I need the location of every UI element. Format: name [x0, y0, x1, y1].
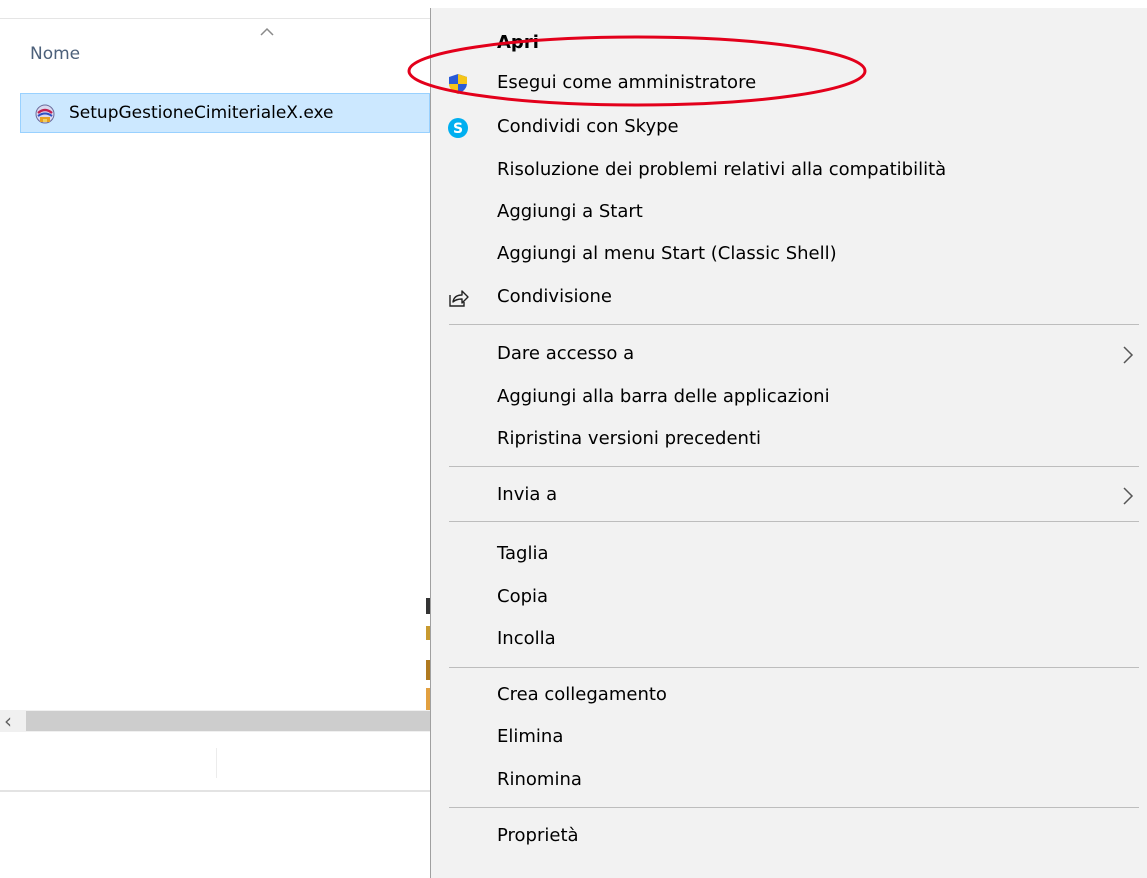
- share-icon: [449, 290, 469, 307]
- menu-item-esegui-come-amministratore[interactable]: Esegui come amministratore: [431, 64, 1147, 104]
- horizontal-scrollbar[interactable]: ‹: [0, 710, 430, 732]
- menu-item-taglia[interactable]: Taglia: [431, 535, 1147, 575]
- scroll-left-arrow-icon[interactable]: ‹: [4, 711, 18, 731]
- context-menu: Apri Esegui come amministratore S Condiv…: [430, 8, 1147, 878]
- menu-item-aggiungi-barra-applicazioni[interactable]: Aggiungi alla barra delle applicazioni: [431, 378, 1147, 418]
- svg-text:S: S: [453, 121, 463, 137]
- menu-item-proprieta[interactable]: Proprietà: [431, 817, 1147, 857]
- menu-item-label: Esegui come amministratore: [497, 72, 757, 93]
- menu-item-condivisione[interactable]: Condivisione: [431, 278, 1147, 318]
- skype-icon: S: [448, 118, 468, 138]
- menu-separator: [449, 807, 1139, 808]
- menu-separator: [449, 324, 1139, 325]
- menu-item-label: Aggiungi a Start: [497, 201, 643, 222]
- menu-item-ripristina-versioni-precedenti[interactable]: Ripristina versioni precedenti: [431, 420, 1147, 460]
- menu-item-label: Taglia: [497, 543, 549, 564]
- menu-item-label: Apri: [497, 32, 539, 53]
- menu-item-label: Risoluzione dei problemi relativi alla c…: [497, 159, 947, 180]
- menu-item-invia-a[interactable]: Invia a: [431, 476, 1147, 516]
- menu-item-risoluzione-problemi[interactable]: Risoluzione dei problemi relativi alla c…: [431, 151, 1147, 191]
- menu-item-label: Rinomina: [497, 769, 582, 790]
- menu-item-condividi-con-skype[interactable]: S Condividi con Skype: [431, 108, 1147, 148]
- menu-item-label: Proprietà: [497, 825, 579, 846]
- menu-item-copia[interactable]: Copia: [431, 578, 1147, 618]
- menu-item-aggiungi-menu-start-classic-shell[interactable]: Aggiungi al menu Start (Classic Shell): [431, 235, 1147, 275]
- pane-bottom-border: [0, 790, 430, 792]
- menu-item-label: Invia a: [497, 484, 558, 505]
- header-divider: [0, 18, 430, 19]
- menu-item-incolla[interactable]: Incolla: [431, 620, 1147, 660]
- menu-item-label: Aggiungi alla barra delle applicazioni: [497, 386, 830, 407]
- menu-item-label: Incolla: [497, 628, 556, 649]
- menu-item-label: Elimina: [497, 726, 564, 747]
- uac-shield-icon: [449, 74, 467, 94]
- menu-item-aggiungi-a-start[interactable]: Aggiungi a Start: [431, 193, 1147, 233]
- status-divider: [216, 748, 217, 778]
- menu-item-rinomina[interactable]: Rinomina: [431, 761, 1147, 801]
- menu-item-label: Condividi con Skype: [497, 116, 679, 137]
- file-name: SetupGestioneCimiterialeX.exe: [69, 103, 334, 123]
- menu-separator: [449, 667, 1139, 668]
- menu-item-label: Dare accesso a: [497, 343, 635, 364]
- scrollbar-thumb[interactable]: [26, 711, 430, 731]
- menu-item-apri[interactable]: Apri: [431, 24, 1147, 64]
- chevron-right-icon: [1123, 346, 1134, 364]
- menu-item-dare-accesso-a[interactable]: Dare accesso a: [431, 335, 1147, 375]
- menu-item-label: Copia: [497, 586, 549, 607]
- menu-item-crea-collegamento[interactable]: Crea collegamento: [431, 676, 1147, 716]
- menu-item-label: Aggiungi al menu Start (Classic Shell): [497, 243, 837, 264]
- column-header-name[interactable]: Nome: [30, 44, 80, 64]
- menu-item-label: Ripristina versioni precedenti: [497, 428, 762, 449]
- chevron-right-icon: [1123, 487, 1134, 505]
- file-list-pane: Nome SetupGestioneCimiterialeX.exe ‹: [0, 0, 430, 865]
- menu-item-elimina[interactable]: Elimina: [431, 718, 1147, 758]
- menu-separator: [449, 466, 1139, 467]
- sort-ascending-icon[interactable]: [258, 24, 276, 38]
- file-row-setup[interactable]: SetupGestioneCimiterialeX.exe: [20, 93, 430, 133]
- setup-exe-icon: [35, 104, 55, 124]
- menu-item-label: Condivisione: [497, 286, 612, 307]
- menu-separator: [449, 521, 1139, 522]
- menu-item-label: Crea collegamento: [497, 684, 667, 705]
